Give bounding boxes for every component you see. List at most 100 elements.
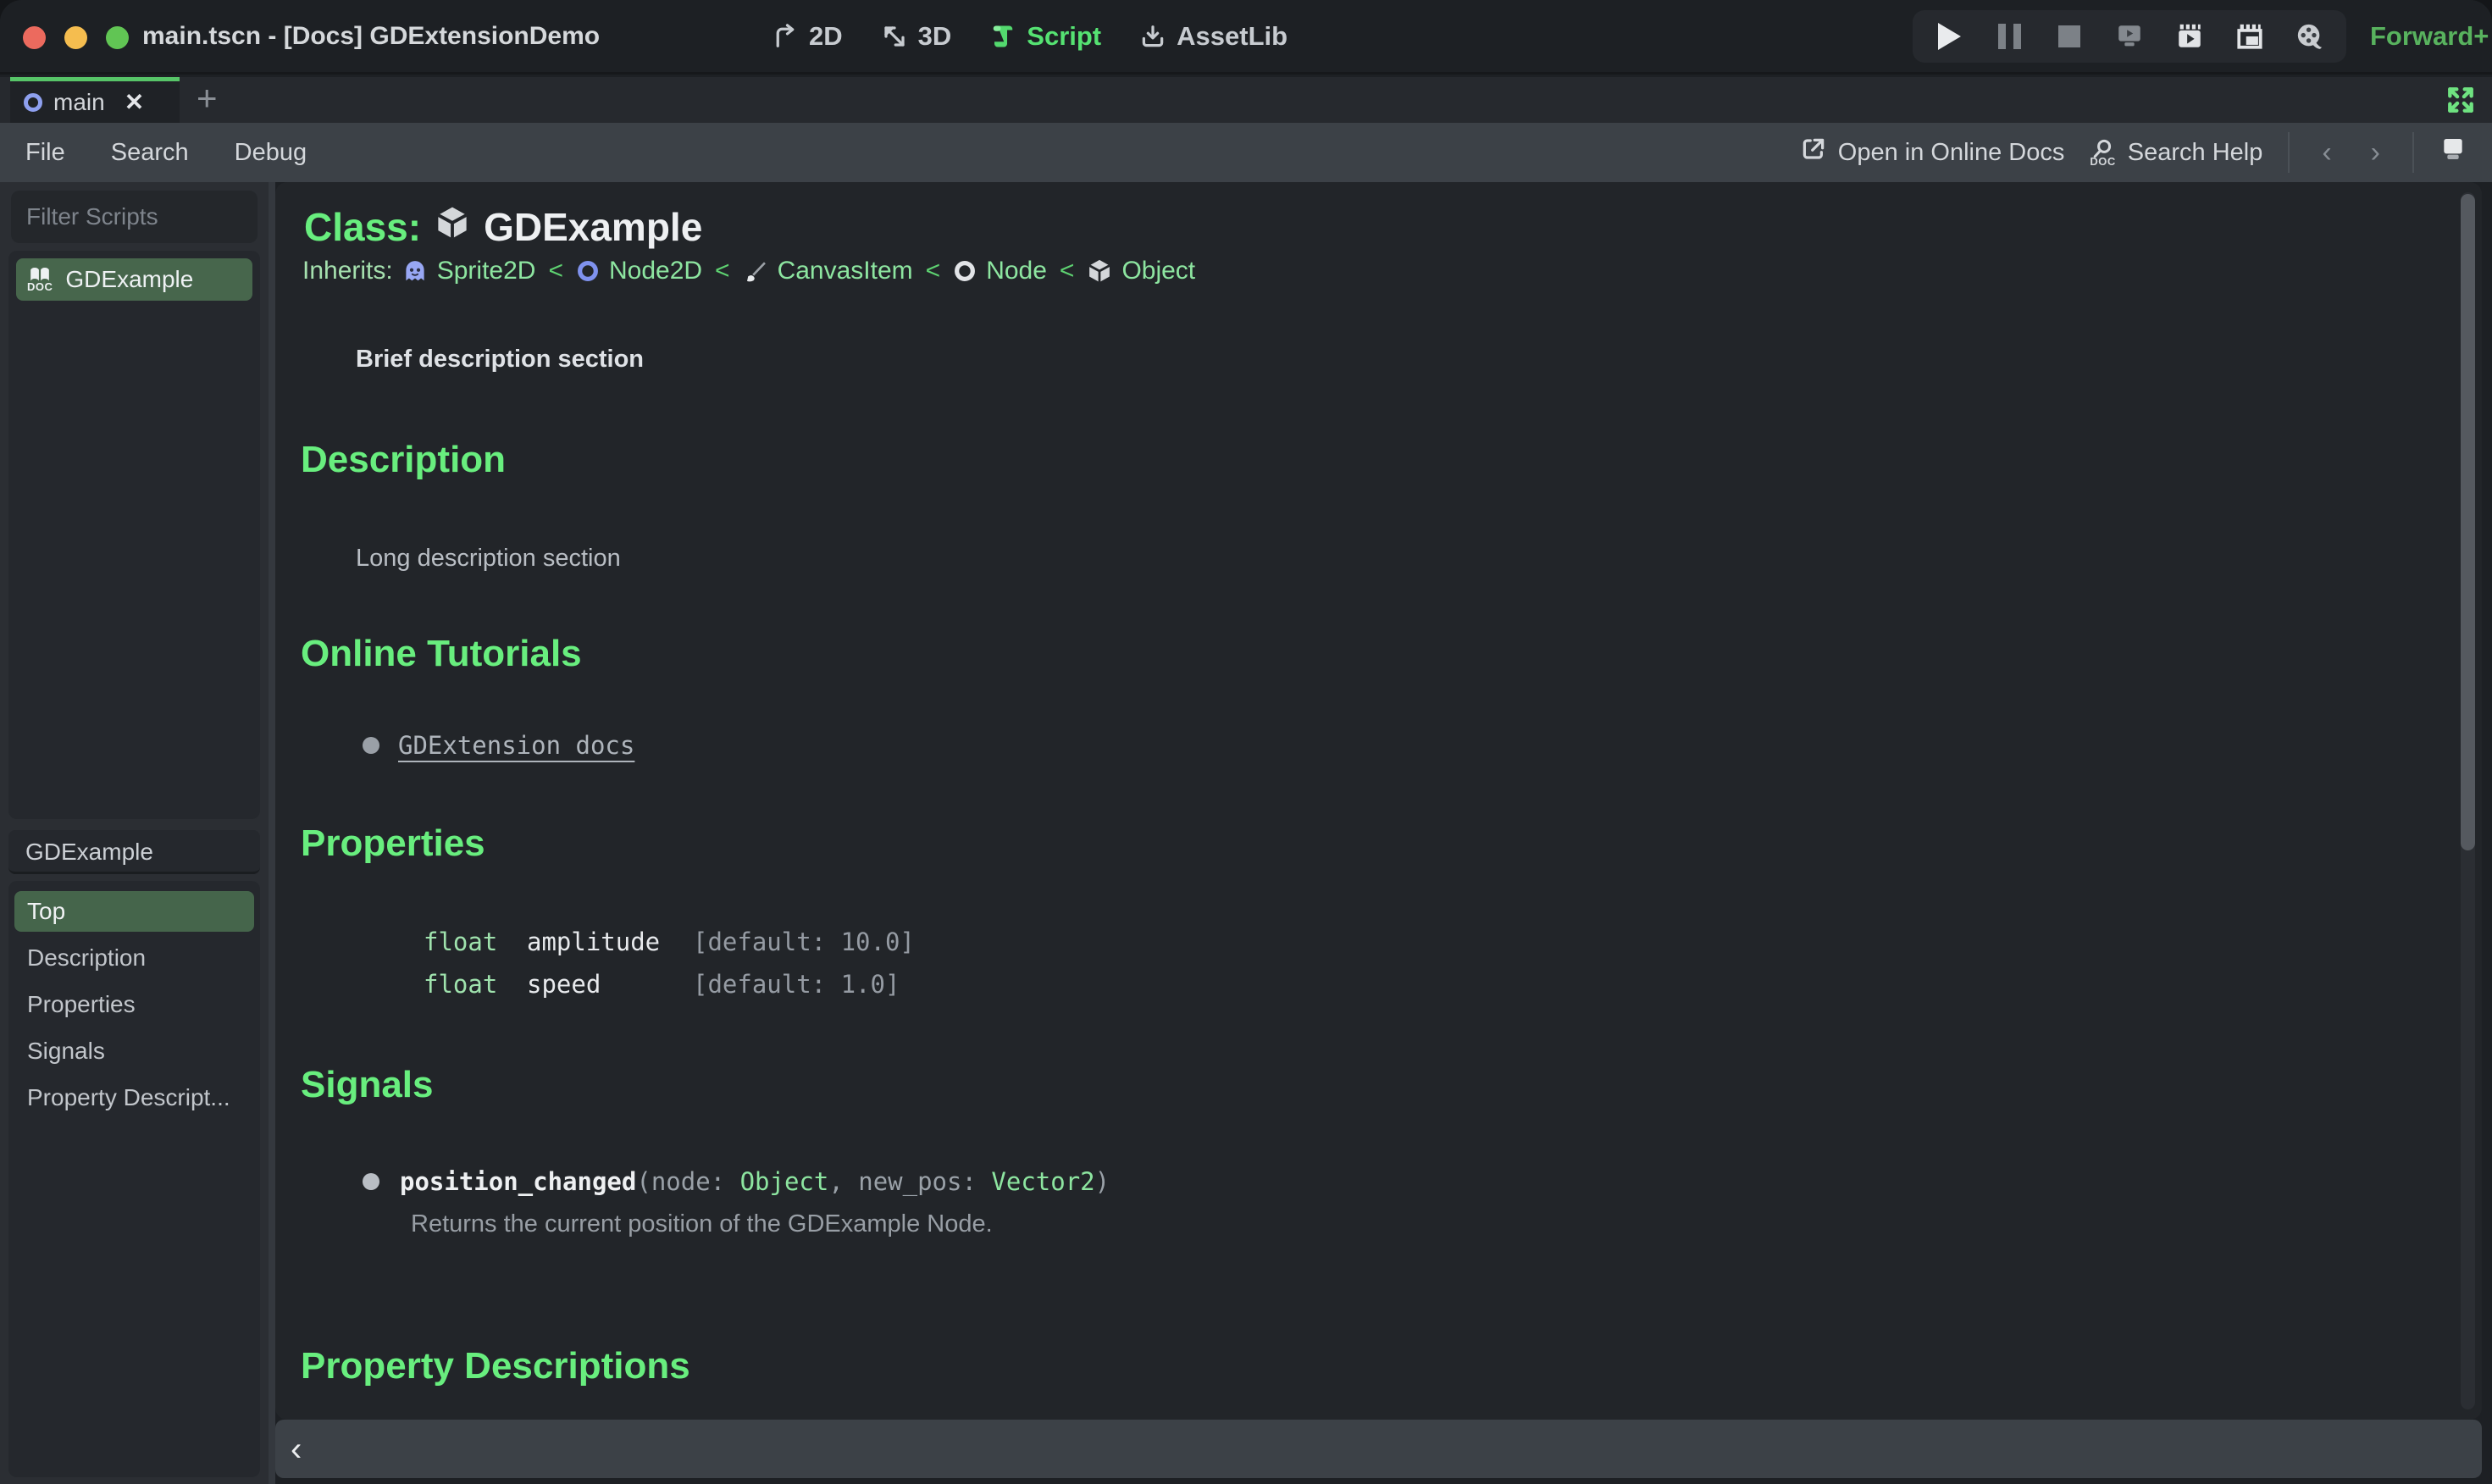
filter-scripts-box bbox=[11, 191, 355, 243]
2d-icon bbox=[773, 23, 798, 49]
scripts-list: DOC GDExample bbox=[8, 251, 260, 819]
external-link-icon bbox=[1801, 136, 1826, 169]
node-icon bbox=[953, 259, 977, 283]
object-cube-icon bbox=[435, 204, 470, 250]
minimize-window-button[interactable] bbox=[64, 26, 87, 49]
separator bbox=[2412, 132, 2414, 173]
play-remote-button[interactable] bbox=[2115, 22, 2144, 51]
heading-signals: Signals bbox=[301, 1064, 434, 1105]
playback-panel bbox=[1913, 9, 2346, 63]
expand-icon bbox=[2445, 87, 2477, 119]
renderer-selector[interactable]: Forward+ bbox=[2370, 21, 2492, 52]
script-editor-bottom-bar: ‹ bbox=[275, 1420, 2482, 1478]
close-tab-icon[interactable]: ✕ bbox=[125, 88, 144, 116]
add-scene-tab-button[interactable]: + bbox=[197, 77, 218, 123]
workspace-2d-button[interactable]: 2D bbox=[773, 21, 843, 52]
doc-sections-list: Top Description Properties Signals Prope… bbox=[8, 881, 260, 1477]
workspace-script-button[interactable]: Script bbox=[990, 21, 1101, 52]
script-item-gdexample[interactable]: DOC GDExample bbox=[16, 258, 252, 301]
property-type[interactable]: float bbox=[424, 970, 527, 999]
zoom-window-button[interactable] bbox=[106, 26, 129, 49]
history-back-button[interactable]: ‹ bbox=[2315, 136, 2338, 169]
doc-scrollbar[interactable] bbox=[2461, 192, 2475, 1409]
godot-editor-window: main.tscn - [Docs] GDExtensionDemo 2D 3D… bbox=[0, 0, 2492, 1484]
class-doc-view: Class: GDExample Inherits: Sprite2D < No… bbox=[275, 182, 2482, 1420]
menu-debug[interactable]: Debug bbox=[235, 139, 307, 167]
assetlib-download-icon bbox=[1140, 24, 1166, 49]
inherits-separator: < bbox=[1059, 257, 1075, 285]
tutorial-list-item: GDExtension docs bbox=[363, 731, 634, 760]
inherits-label: Inherits: bbox=[302, 257, 393, 285]
inherits-link-canvasitem[interactable]: CanvasItem bbox=[778, 257, 913, 285]
class-doc-icon: DOC bbox=[27, 267, 53, 292]
inherits-link-node2d[interactable]: Node2D bbox=[609, 257, 702, 285]
property-name[interactable]: speed bbox=[527, 970, 693, 999]
signal-row-position-changed: position_changed (node: Object , new_pos… bbox=[363, 1167, 1110, 1196]
play-custom-scene-button[interactable] bbox=[2235, 22, 2264, 51]
workspace-switcher: 2D 3D Script AssetLib bbox=[773, 0, 1288, 72]
heading-online-tutorials: Online Tutorials bbox=[301, 633, 582, 674]
search-help-button[interactable]: DOC Search Help bbox=[2090, 139, 2262, 167]
signal-type-link-vector2[interactable]: Vector2 bbox=[991, 1167, 1094, 1196]
section-item-signals[interactable]: Signals bbox=[14, 1031, 254, 1071]
doc-scrollbar-thumb[interactable] bbox=[2461, 194, 2475, 850]
inherits-separator: < bbox=[715, 257, 730, 285]
playback-controls: Forward+ bbox=[1913, 0, 2492, 72]
stop-button[interactable] bbox=[2055, 22, 2084, 51]
menu-file[interactable]: File bbox=[25, 139, 65, 167]
class-title: Class: GDExample bbox=[304, 204, 702, 250]
scripts-sidebar: DOC GDExample GDExample Top Description … bbox=[0, 182, 355, 1484]
search-doc-icon: DOC bbox=[2090, 139, 2115, 167]
open-online-docs-button[interactable]: Open in Online Docs bbox=[1801, 136, 2064, 169]
close-window-button[interactable] bbox=[23, 26, 46, 49]
signal-type-link-object[interactable]: Object bbox=[740, 1167, 829, 1196]
distraction-free-mode-button[interactable] bbox=[2445, 84, 2477, 120]
renderer-label: Forward+ bbox=[2370, 20, 2489, 51]
inherits-link-node[interactable]: Node bbox=[986, 257, 1047, 285]
bullet-icon bbox=[363, 737, 379, 754]
workspace-assetlib-button[interactable]: AssetLib bbox=[1140, 21, 1288, 52]
scene-tab-bar: main ✕ + bbox=[0, 77, 2492, 123]
signal-description: Returns the current position of the GDEx… bbox=[411, 1210, 993, 1238]
pause-button[interactable] bbox=[1995, 22, 2024, 51]
play-scene-button[interactable] bbox=[2175, 22, 2204, 51]
heading-property-descriptions: Property Descriptions bbox=[301, 1345, 690, 1387]
history-forward-button[interactable]: › bbox=[2364, 136, 2387, 169]
property-name[interactable]: amplitude bbox=[527, 928, 693, 956]
section-item-top[interactable]: Top bbox=[14, 891, 254, 932]
inherits-link-object[interactable]: Object bbox=[1121, 257, 1195, 285]
section-item-description[interactable]: Description bbox=[14, 938, 254, 978]
separator bbox=[2288, 132, 2290, 173]
3d-icon bbox=[882, 24, 907, 49]
toggle-scripts-panel-button[interactable]: ‹ bbox=[291, 1432, 302, 1466]
scene-tab-main[interactable]: main ✕ bbox=[10, 77, 180, 123]
inherits-separator: < bbox=[548, 257, 563, 285]
heading-description: Description bbox=[301, 439, 507, 480]
node2d-icon bbox=[576, 259, 600, 283]
property-row-speed: float speed [default: 1.0] bbox=[424, 970, 900, 999]
play-button[interactable] bbox=[1935, 22, 1963, 51]
bullet-icon bbox=[363, 1173, 379, 1190]
brief-description: Brief description section bbox=[356, 346, 645, 373]
script-scroll-icon bbox=[990, 24, 1016, 49]
movie-maker-button[interactable] bbox=[2295, 22, 2324, 51]
sidebar-splitter[interactable] bbox=[269, 182, 275, 1484]
class-name: GDExample bbox=[484, 205, 703, 249]
property-type[interactable]: float bbox=[424, 928, 527, 956]
property-default: [default: 10.0] bbox=[693, 928, 915, 956]
workspace-3d-button[interactable]: 3D bbox=[882, 21, 951, 52]
section-item-properties[interactable]: Properties bbox=[14, 984, 254, 1025]
panel-layout-icon[interactable] bbox=[2439, 136, 2467, 169]
object-cube-icon bbox=[1087, 258, 1112, 284]
menu-right-tools: Open in Online Docs DOC Search Help ‹ › bbox=[1801, 132, 2492, 173]
title-bar: main.tscn - [Docs] GDExtensionDemo 2D 3D… bbox=[0, 0, 2492, 75]
inherits-link-sprite2d[interactable]: Sprite2D bbox=[437, 257, 536, 285]
section-item-property-descriptions[interactable]: Property Descript... bbox=[14, 1077, 254, 1118]
menu-search[interactable]: Search bbox=[111, 139, 189, 167]
window-title: main.tscn - [Docs] GDExtensionDemo bbox=[142, 22, 601, 50]
script-menu-bar: File Search Debug Open in Online Docs DO… bbox=[0, 123, 2492, 182]
heading-properties: Properties bbox=[301, 822, 485, 864]
property-row-amplitude: float amplitude [default: 10.0] bbox=[424, 928, 915, 956]
long-description: Long description section bbox=[356, 545, 621, 572]
tutorial-link-gdextension-docs[interactable]: GDExtension docs bbox=[398, 731, 634, 760]
